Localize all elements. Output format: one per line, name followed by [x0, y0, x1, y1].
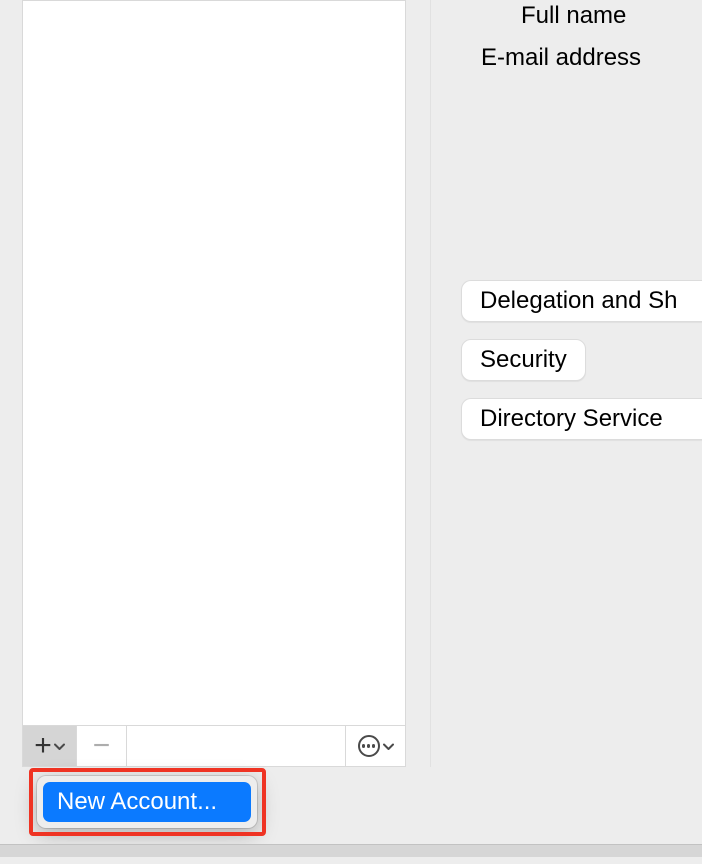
email-address-label: E-mail address: [431, 44, 702, 72]
menu-item-new-account[interactable]: New Account...: [43, 782, 251, 822]
remove-account-button[interactable]: −: [77, 726, 127, 766]
plus-icon: +: [34, 731, 52, 761]
chevron-down-icon: [54, 738, 65, 754]
delegation-sharing-button[interactable]: Delegation and Sh: [461, 280, 702, 322]
ellipsis-circle-icon: [358, 735, 380, 757]
minus-icon: −: [93, 729, 111, 763]
sidebar-footer: + −: [23, 725, 405, 766]
footer-spacer: [127, 726, 345, 766]
form-labels: Full name E-mail address: [431, 0, 702, 71]
full-name-label: Full name: [431, 2, 702, 30]
account-detail-panel: Full name E-mail address Delegation and …: [430, 0, 702, 767]
security-button[interactable]: Security: [461, 339, 586, 381]
add-account-menu: New Account...: [37, 776, 257, 828]
more-actions-button[interactable]: [345, 726, 405, 766]
add-account-button[interactable]: +: [23, 726, 77, 766]
directory-service-button[interactable]: Directory Service: [461, 398, 702, 440]
accounts-sidebar: + −: [22, 0, 406, 767]
accounts-list[interactable]: [23, 1, 405, 725]
settings-button-column: Delegation and Sh Security Directory Ser…: [461, 280, 702, 440]
chevron-down-icon: [383, 738, 394, 754]
window-bottom-strip: [0, 844, 702, 864]
